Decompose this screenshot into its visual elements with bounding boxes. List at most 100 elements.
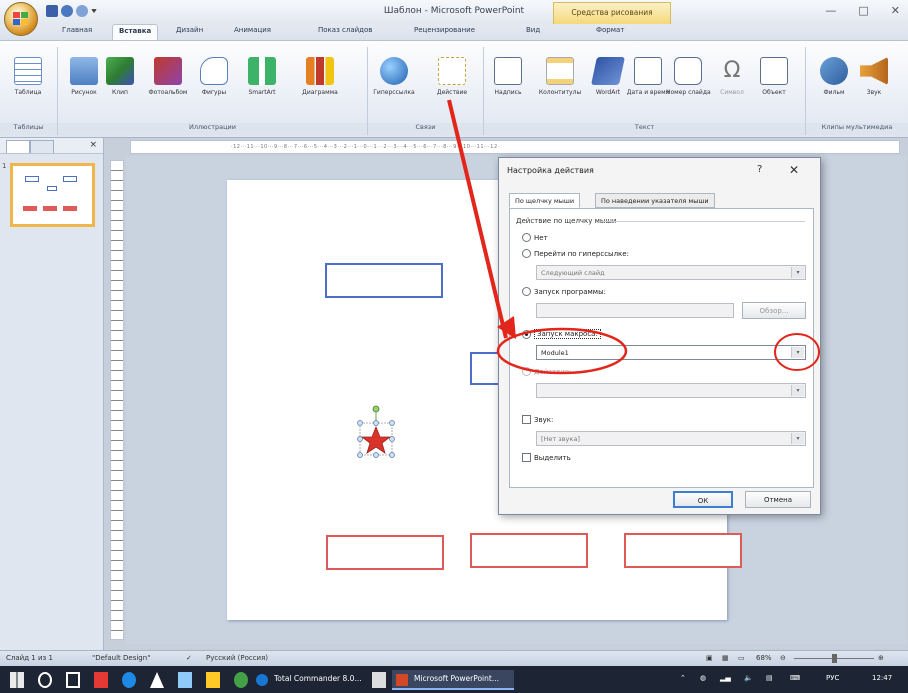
close-button[interactable]: ✕	[891, 4, 900, 17]
red-rectangle-shape-2[interactable]	[470, 533, 588, 568]
tab-view[interactable]: Вид	[526, 26, 540, 34]
red-rectangle-shape-3[interactable]	[624, 533, 742, 568]
checkbox-highlight[interactable]: Выделить	[522, 453, 571, 462]
action-settings-dialog: Настройка действия ? ✕ По щелчку мыши По…	[498, 157, 821, 515]
selected-star-shape[interactable]	[356, 405, 396, 465]
chart-button[interactable]: Диаграмма	[298, 57, 342, 97]
slides-tab[interactable]	[6, 140, 30, 153]
radio-macro-circle[interactable]	[522, 329, 531, 339]
object-button[interactable]: Объект	[752, 57, 796, 97]
hyperlink-button[interactable]: Гиперссылка	[372, 57, 416, 97]
tab-format[interactable]: Формат	[596, 26, 624, 34]
notifications-icon[interactable]: ▤	[766, 674, 773, 682]
maximize-button[interactable]: □	[858, 4, 868, 17]
zoom-in-icon[interactable]: ⊕	[878, 654, 884, 662]
app-icon-2[interactable]	[150, 672, 164, 688]
clock[interactable]: 12:47	[872, 674, 892, 682]
radio-hyperlink[interactable]: Перейти по гиперссылке:	[522, 249, 629, 258]
app-icon-3[interactable]	[178, 672, 192, 688]
radio-none[interactable]: Нет	[522, 233, 548, 242]
table-icon	[14, 57, 42, 85]
zoom-slider-thumb[interactable]	[832, 654, 837, 663]
checkbox-highlight-box[interactable]	[522, 453, 531, 462]
photo-album-button[interactable]: Фотоальбом	[146, 57, 190, 97]
slide-number-button[interactable]: Номер слайда	[666, 57, 711, 97]
radio-program[interactable]: Запуск программы:	[522, 287, 606, 296]
shapes-button[interactable]: Фигуры	[192, 57, 236, 97]
cancel-button[interactable]: Отмена	[745, 491, 811, 508]
header-footer-button[interactable]: Колонтитулы	[538, 57, 582, 97]
group-text: Надпись Колонтитулы WordArt Дата и время…	[484, 47, 806, 135]
table-button[interactable]: Таблица	[6, 57, 50, 97]
network-icon[interactable]: ▂▄	[720, 674, 731, 682]
zoom-level[interactable]: 68%	[756, 654, 772, 662]
smartart-button[interactable]: SmartArt	[240, 57, 284, 97]
sound-combo-arrow-icon: ▾	[791, 433, 804, 444]
movie-button[interactable]: Фильм	[812, 57, 856, 97]
task-view-icon[interactable]	[66, 672, 80, 688]
view-normal-icon[interactable]: ▣	[706, 654, 713, 662]
tab-animation[interactable]: Анимация	[234, 26, 271, 34]
sound-button[interactable]: Звук	[852, 57, 896, 97]
tab-mouse-over[interactable]: По наведении указателя мыши	[595, 193, 715, 208]
group-tables-label: Таблицы	[0, 123, 57, 135]
radio-macro[interactable]: Запуск макроса:	[522, 329, 601, 339]
macro-combo-arrow-icon[interactable]: ▾	[791, 347, 804, 358]
volume-icon[interactable]: 🔈	[744, 674, 753, 682]
tab-insert[interactable]: Вставка	[112, 24, 159, 41]
view-sorter-icon[interactable]: ▦	[722, 654, 729, 662]
checkbox-sound[interactable]: Звук:	[522, 415, 553, 424]
start-windows-icon[interactable]	[10, 672, 24, 688]
tab-mouse-click[interactable]: По щелчку мыши	[509, 193, 581, 208]
outline-tab[interactable]	[30, 140, 54, 153]
status-theme: "Default Design"	[92, 654, 151, 662]
search-icon[interactable]	[38, 672, 52, 688]
minimize-button[interactable]: —	[825, 4, 836, 17]
app-icon-1[interactable]	[94, 672, 108, 688]
tab-slideshow[interactable]: Показ слайдов	[318, 26, 372, 34]
office-button[interactable]	[4, 2, 38, 36]
taskbar-total-commander[interactable]: Total Commander 8.0...	[252, 670, 362, 690]
folder-icon[interactable]	[206, 672, 220, 688]
group-links: Гиперссылка Действие Связи	[368, 47, 484, 135]
app-icon-5[interactable]	[372, 672, 386, 688]
textbox-button[interactable]: Надпись	[486, 57, 530, 97]
ok-button[interactable]: ОК	[673, 491, 733, 508]
group-illustrations-label: Иллюстрации	[58, 123, 367, 135]
slide-thumbnail[interactable]	[10, 163, 95, 227]
macro-combo[interactable]: Module1 ▾	[536, 345, 806, 360]
tray-chevron-icon[interactable]: ⌃	[680, 674, 686, 682]
object-label: Объект	[762, 89, 786, 96]
dialog-title: Настройка действия	[507, 166, 594, 175]
spellcheck-icon[interactable]: ✓	[186, 654, 192, 662]
red-rectangle-shape-1[interactable]	[326, 535, 444, 570]
radio-none-circle[interactable]	[522, 233, 531, 242]
tab-review[interactable]: Рецензирование	[414, 26, 475, 34]
checkbox-sound-box[interactable]	[522, 415, 531, 424]
status-language[interactable]: Русский (Россия)	[206, 654, 268, 662]
input-language[interactable]: РУС	[826, 674, 839, 682]
close-panel-icon[interactable]: ×	[89, 140, 97, 150]
dialog-close-button[interactable]: ✕	[789, 163, 799, 177]
tray-app-icon[interactable]: ◍	[700, 674, 706, 682]
zoom-out-icon[interactable]: ⊖	[780, 654, 786, 662]
clip-button[interactable]: Клип	[98, 57, 142, 97]
view-slideshow-icon[interactable]: ▭	[738, 654, 745, 662]
dialog-tab-panel: Действие по щелчку мыши Нет Перейти по г…	[509, 208, 814, 488]
taskbar-powerpoint[interactable]: Microsoft PowerPoint...	[392, 670, 514, 690]
window-controls: — □ ✕	[825, 4, 900, 17]
date-time-button[interactable]: Дата и время	[626, 57, 670, 97]
blue-rectangle-shape[interactable]	[325, 263, 443, 298]
browser-icon[interactable]	[122, 672, 136, 688]
symbol-button[interactable]: Ω Символ	[710, 57, 754, 97]
radio-program-circle[interactable]	[522, 287, 531, 296]
tab-design[interactable]: Дизайн	[176, 26, 203, 34]
smartart-label: SmartArt	[248, 89, 276, 96]
action-button[interactable]: Действие	[430, 57, 474, 97]
keyboard-icon[interactable]: ⌨	[790, 674, 800, 682]
dialog-help-button[interactable]: ?	[757, 164, 762, 175]
tab-home[interactable]: Главная	[62, 26, 92, 34]
wordart-button[interactable]: WordArt	[586, 57, 630, 97]
app-icon-4[interactable]	[234, 672, 248, 688]
radio-hyperlink-circle[interactable]	[522, 249, 531, 258]
